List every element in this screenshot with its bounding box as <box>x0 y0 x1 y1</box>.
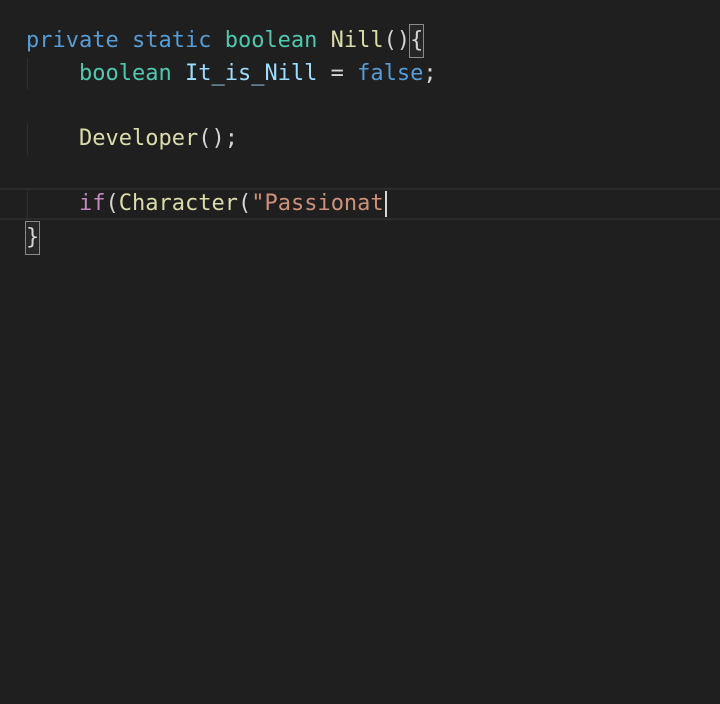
function-call-developer: Developer <box>79 126 199 151</box>
open-paren: ( <box>105 191 119 216</box>
literal-false: false <box>357 61 424 86</box>
function-call-character: Character <box>118 191 238 216</box>
code-line-6[interactable]: if(Character("Passionat <box>26 188 387 220</box>
close-brace-matched: } <box>24 221 41 255</box>
code-line-7[interactable]: } <box>24 221 41 255</box>
method-parens: () <box>383 28 411 53</box>
semicolon: ; <box>423 61 437 86</box>
type-boolean: boolean <box>224 28 318 53</box>
type-boolean: boolean <box>79 61 172 86</box>
code-line-1[interactable]: private static boolean Nill(){ <box>26 24 425 58</box>
string-literal: "Passionat <box>251 191 384 216</box>
call-parens: (); <box>198 126 238 151</box>
keyword-private: private <box>26 28 119 53</box>
code-line-2[interactable]: boolean It_is_Nill = false; <box>26 58 437 90</box>
keyword-static: static <box>131 28 212 53</box>
code-editor[interactable]: private static boolean Nill(){ boolean I… <box>0 0 720 704</box>
text-cursor <box>384 191 387 217</box>
variable-name: It_is_Nill <box>184 61 318 86</box>
keyword-if: if <box>79 191 106 216</box>
code-line-4[interactable]: Developer(); <box>26 123 238 155</box>
open-brace-matched: { <box>409 24 425 58</box>
method-name: Nill <box>330 28 384 53</box>
open-paren: ( <box>237 191 252 216</box>
assign-operator: = <box>330 61 344 86</box>
